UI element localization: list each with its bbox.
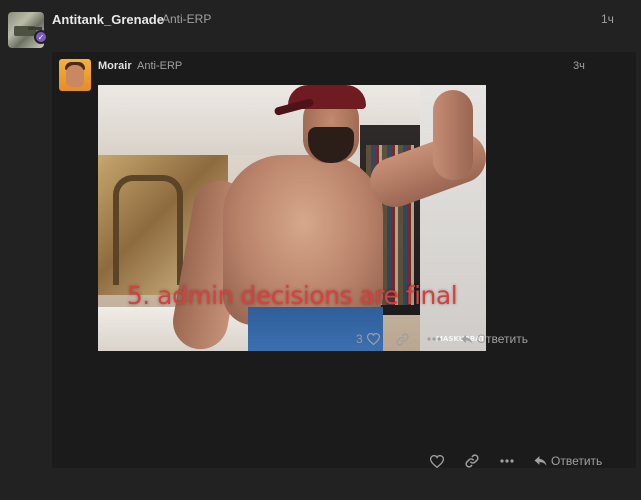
quote-user-title: Anti-ERP	[137, 60, 183, 72]
quote-actions: 3 Ответить	[356, 330, 528, 348]
heart-icon	[366, 333, 380, 345]
post-username[interactable]: Antitank_Grenade	[52, 12, 164, 27]
gif-caption: 5. admin decisions are final	[126, 281, 458, 310]
embedded-reply: Morair Anti-ERP 3ч 5. admin decisions ar…	[52, 52, 636, 468]
quote-copy-link-button[interactable]	[396, 332, 409, 346]
quote-like-button[interactable]: 3	[356, 332, 380, 346]
like-count: 3	[356, 332, 363, 346]
reply-icon	[534, 455, 547, 467]
more-icon	[500, 459, 514, 463]
like-button[interactable]	[430, 454, 444, 468]
quote-more-button[interactable]	[427, 337, 441, 341]
heart-icon	[430, 454, 444, 468]
user-flair-badge: ✓	[34, 30, 48, 44]
avatar-face-shape	[66, 65, 84, 87]
gif-forearm	[433, 90, 473, 180]
post-user-title: Anti-ERP	[162, 12, 212, 26]
reply-label: Ответить	[551, 454, 603, 468]
post-time[interactable]: 1ч	[601, 12, 614, 26]
more-button[interactable]	[500, 459, 514, 463]
copy-link-button[interactable]	[465, 454, 479, 468]
reply-button[interactable]: Ответить	[534, 454, 602, 468]
post-actions: Ответить	[430, 452, 602, 470]
link-icon	[465, 454, 479, 468]
more-icon	[427, 337, 441, 341]
gif-bridge	[113, 175, 183, 285]
link-icon	[396, 332, 409, 346]
quote-time[interactable]: 3ч	[573, 60, 585, 72]
gif-image[interactable]: 5. admin decisions are final MASKURBATE	[98, 85, 486, 351]
reply-icon	[461, 334, 473, 345]
quote-username[interactable]: Morair	[98, 60, 132, 72]
quote-avatar[interactable]	[59, 59, 91, 91]
topic-post: ✓ Antitank_Grenade Anti-ERP 1ч Morair An…	[0, 0, 641, 500]
quote-reply-button[interactable]: Ответить	[461, 332, 528, 346]
reply-label: Ответить	[476, 332, 528, 346]
